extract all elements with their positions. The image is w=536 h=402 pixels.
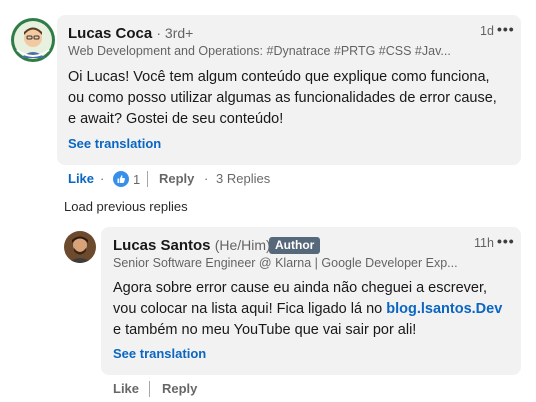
reply-button[interactable]: Reply: [162, 381, 197, 396]
see-translation-link[interactable]: See translation: [113, 346, 206, 361]
author-headline: Senior Software Engineer @ Klarna | Goog…: [113, 256, 458, 270]
like-button[interactable]: Like: [68, 171, 94, 186]
avatar[interactable]: [64, 231, 96, 263]
more-options-icon[interactable]: •••: [497, 21, 515, 37]
avatar[interactable]: [11, 18, 55, 62]
see-translation-link[interactable]: See translation: [68, 136, 161, 151]
blog-link[interactable]: blog.lsantos.Dev: [386, 301, 502, 317]
author-name[interactable]: Lucas Coca · 3rd+: [68, 25, 193, 42]
reply-timestamp: 11h: [474, 236, 494, 250]
divider: [147, 171, 148, 187]
dot-separator: ·: [100, 171, 105, 186]
profile-photo-icon: [64, 231, 96, 263]
author-name[interactable]: Lucas Santos (He/Him): [113, 237, 271, 254]
author-headline: Web Development and Operations: #Dynatra…: [68, 44, 451, 58]
author-badge: Author: [269, 237, 321, 254]
thumbs-up-icon: [113, 171, 129, 187]
connection-degree: · 3rd+: [156, 25, 194, 41]
reply-text: Agora sobre error cause eu ainda não che…: [113, 278, 508, 341]
load-previous-replies-button[interactable]: Load previous replies: [64, 199, 188, 214]
comment-timestamp: 1d: [480, 24, 494, 38]
reply-button[interactable]: Reply: [159, 171, 194, 186]
more-options-icon[interactable]: •••: [497, 233, 515, 249]
comment-text: Oi Lucas! Você tem algum conteúdo que ex…: [68, 69, 497, 127]
reaction-count[interactable]: 1: [113, 170, 140, 188]
cartoon-avatar-icon: [11, 18, 55, 62]
replies-count-link[interactable]: 3 Replies: [216, 171, 270, 186]
dot-separator: ·: [204, 171, 209, 186]
pronouns: (He/Him): [214, 237, 271, 253]
like-button[interactable]: Like: [113, 381, 139, 396]
divider: [149, 381, 150, 397]
reaction-number: 1: [133, 171, 141, 187]
reply-text-part: e também no meu YouTube que vai sair por…: [113, 322, 417, 338]
